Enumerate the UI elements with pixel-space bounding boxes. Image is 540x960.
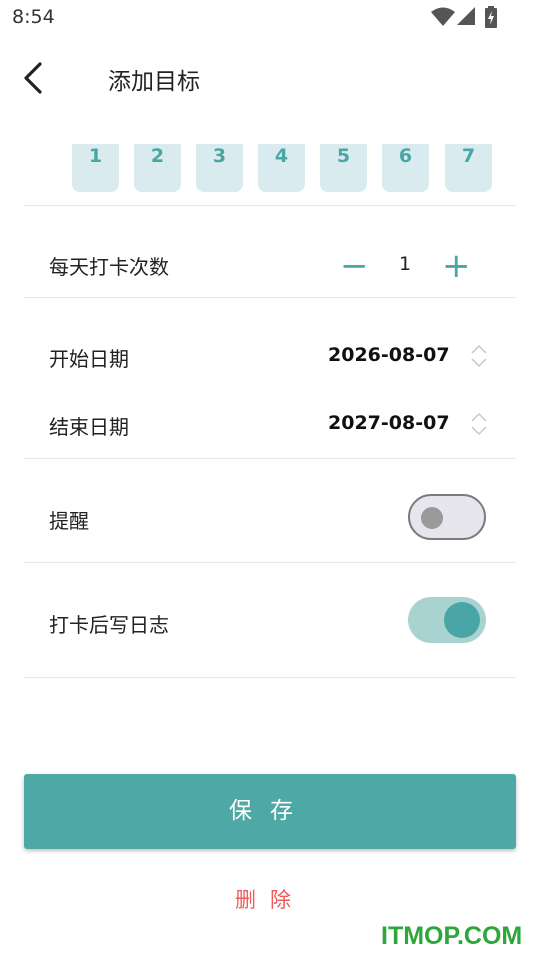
- wifi-icon: [431, 7, 455, 26]
- end-date-label: 结束日期: [49, 415, 129, 439]
- day-chip-6[interactable]: 6: [382, 144, 429, 192]
- toggle-knob: [444, 602, 480, 638]
- end-date-value[interactable]: 2027-08-07: [328, 412, 450, 434]
- save-button[interactable]: 保存: [24, 774, 516, 849]
- toggle-knob: [421, 507, 443, 529]
- day-chip-1[interactable]: 1: [72, 144, 119, 192]
- reminder-label: 提醒: [49, 509, 89, 533]
- back-button[interactable]: [14, 56, 54, 100]
- reminder-toggle[interactable]: [408, 494, 486, 540]
- day-chip-7[interactable]: 7: [445, 144, 492, 192]
- spinner-icon[interactable]: [470, 343, 488, 369]
- signal-icon: [457, 7, 475, 25]
- count-value: 1: [399, 253, 412, 275]
- status-time: 8:54: [12, 6, 55, 28]
- day-chip-4[interactable]: 4: [258, 144, 305, 192]
- journal-toggle[interactable]: [408, 597, 486, 643]
- divider: [24, 458, 516, 459]
- delete-button[interactable]: 删除: [0, 884, 540, 914]
- journal-label: 打卡后写日志: [49, 613, 169, 637]
- start-date-label: 开始日期: [49, 347, 129, 371]
- start-date-value[interactable]: 2026-08-07: [328, 344, 450, 366]
- watermark-logo: ITMOP.COM: [381, 922, 523, 950]
- decrement-button[interactable]: −: [340, 249, 369, 283]
- battery-icon: [485, 6, 497, 28]
- day-chip-5[interactable]: 5: [320, 144, 367, 192]
- divider: [24, 562, 516, 563]
- spinner-icon[interactable]: [470, 411, 488, 437]
- day-chip-2[interactable]: 2: [134, 144, 181, 192]
- day-chip-3[interactable]: 3: [196, 144, 243, 192]
- divider: [24, 297, 516, 298]
- divider: [24, 677, 516, 678]
- daily-count-label: 每天打卡次数: [49, 255, 169, 279]
- divider: [24, 205, 516, 206]
- increment-button[interactable]: +: [442, 249, 471, 283]
- page-title: 添加目标: [108, 69, 200, 95]
- chevron-left-icon: [24, 62, 42, 94]
